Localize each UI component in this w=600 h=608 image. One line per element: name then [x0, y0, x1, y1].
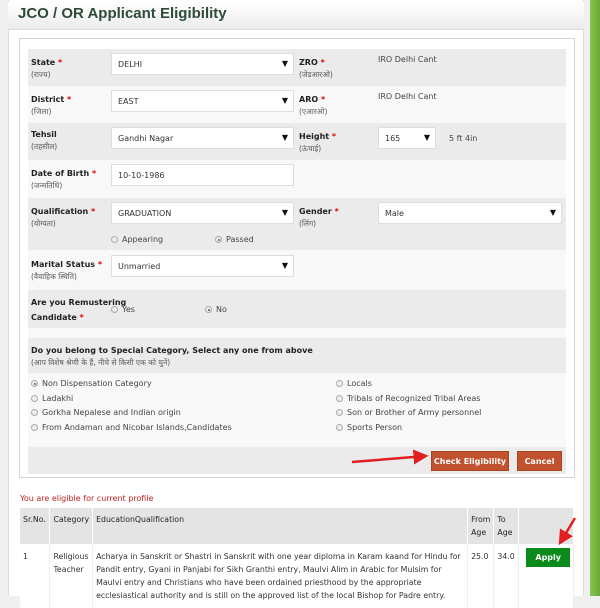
- state-select[interactable]: DELHI ▼: [111, 53, 294, 75]
- marital-label: Marital Status * (वैवाहिक स्थिति): [31, 260, 103, 281]
- col-action: [518, 508, 574, 544]
- col-from-age: From Age: [467, 508, 495, 544]
- cell-education: Acharya in Sanskrit or Shastri in Sanskr…: [92, 544, 469, 608]
- chevron-down-icon: ▼: [281, 59, 288, 68]
- row-special-question: Do you belong to Special Category, Selec…: [28, 338, 566, 373]
- height-converted: 5 ft 4in: [449, 134, 478, 143]
- radio-icon: [336, 380, 343, 387]
- chevron-down-icon: ▼: [281, 208, 288, 217]
- radio-icon: [336, 394, 343, 402]
- chevron-down-icon: ▼: [281, 96, 288, 105]
- radio-special-right-1[interactable]: Tribals of Recognized Tribal Areas: [336, 394, 480, 403]
- eligibility-table: Sr.No. Category EducationQualification F…: [20, 508, 574, 608]
- radio-yes[interactable]: Yes: [111, 305, 135, 314]
- row-tehsil: Tehsil (तहसील) Gandhi Nagar ▼ Height * (ऊंच…: [28, 123, 566, 160]
- zro-value: IRO Delhi Cant: [378, 55, 437, 64]
- radio-icon: [336, 423, 343, 431]
- title-bar: JCO / OR Applicant Eligibility: [8, 2, 584, 30]
- chevron-down-icon: ▼: [281, 261, 288, 270]
- special-category-options: Non Dispensation Category Ladakhi Gorkha N…: [28, 373, 566, 447]
- dob-label: Date of Birth * (जन्मतिथि): [31, 169, 97, 190]
- special-question: Do you belong to Special Category, Selec…: [31, 346, 313, 367]
- radio-special-right-3[interactable]: Sports Person: [336, 423, 402, 432]
- row-actions: Check Eligibility Cancel: [28, 447, 566, 474]
- radio-icon: [111, 236, 118, 243]
- radio-icon: [336, 409, 343, 416]
- row-dob: Date of Birth * (जन्मतिथि) 10-10-1986: [28, 160, 566, 198]
- aro-value: IRO Delhi Cant: [378, 92, 437, 101]
- qualification-label: Qualification * (योग्यता): [31, 207, 96, 228]
- radio-checked-icon: [205, 306, 212, 313]
- radio-icon: [31, 409, 38, 416]
- radio-icon: [31, 380, 38, 387]
- table-row: 1 Religious Teacher Acharya in Sanskrit …: [20, 544, 574, 608]
- zro-label: ZRO * (जेडआरओ): [299, 58, 333, 79]
- cell-action: Apply: [518, 544, 574, 608]
- radio-special-left-1[interactable]: Ladakhi: [31, 394, 73, 403]
- right-sidebar-strip: [590, 0, 600, 596]
- col-srno: Sr.No.: [20, 508, 51, 544]
- radio-no[interactable]: No: [205, 305, 227, 314]
- row-district: District * (जिला) EAST ▼ ARO * (एआरओ) IRO D…: [28, 86, 566, 123]
- qualification-select[interactable]: GRADUATION ▼: [111, 202, 294, 224]
- col-to-age: To Age: [493, 508, 520, 544]
- apply-button[interactable]: Apply: [526, 548, 570, 567]
- radio-appearing[interactable]: Appearing: [111, 235, 163, 244]
- dob-input[interactable]: 10-10-1986: [111, 164, 294, 186]
- marital-select[interactable]: Unmarried ▼: [111, 255, 294, 277]
- radio-checked-icon: [215, 236, 222, 243]
- radio-icon: [111, 306, 118, 313]
- row-qualification: Qualification * (योग्यता) GRADUATION ▼ App…: [28, 198, 566, 250]
- aro-label: ARO * (एआरओ): [299, 95, 328, 116]
- spacer: [28, 328, 566, 338]
- cancel-button[interactable]: Cancel: [517, 451, 562, 471]
- page-title: JCO / OR Applicant Eligibility: [18, 5, 227, 22]
- state-label: State * (राज्य): [31, 58, 63, 79]
- gender-label: Gender * (लिंग): [299, 207, 339, 228]
- cell-srno: 1: [20, 544, 51, 608]
- radio-icon: [31, 394, 38, 402]
- cell-category: Religious Teacher: [49, 544, 94, 608]
- row-remustering: Are you Remustering Candidate * Yes No: [28, 290, 566, 328]
- tehsil-select[interactable]: Gandhi Nagar ▼: [111, 127, 294, 149]
- chevron-down-icon: ▼: [549, 208, 556, 217]
- radio-special-left-3[interactable]: From Andaman and Nicobar Islands,Candida…: [31, 423, 232, 432]
- radio-special-right-0[interactable]: Locals: [336, 379, 372, 388]
- row-marital: Marital Status * (वैवाहिक स्थिति) Unmarri…: [28, 250, 566, 290]
- eligibility-message: You are eligible for current profile: [20, 494, 154, 503]
- district-select[interactable]: EAST ▼: [111, 90, 294, 112]
- district-label: District * (जिला): [31, 95, 72, 116]
- row-state: State * (राज्य) DELHI ▼ ZRO * (जेडआरओ) IRO …: [28, 49, 566, 86]
- tehsil-label: Tehsil (तहसील): [31, 130, 58, 151]
- gender-select[interactable]: Male ▼: [378, 202, 562, 224]
- radio-special-right-2[interactable]: Son or Brother of Army personnel: [336, 408, 481, 417]
- height-label: Height * (ऊंचाई): [299, 132, 337, 153]
- radio-passed[interactable]: Passed: [215, 235, 254, 244]
- radio-special-left-2[interactable]: Gorkha Nepalese and Indian origin: [31, 408, 181, 417]
- chevron-down-icon: ▼: [281, 133, 288, 142]
- col-category: Category: [49, 508, 94, 544]
- eligibility-form: State * (राज्य) DELHI ▼ ZRO * (जेडआरओ) IRO …: [19, 38, 575, 478]
- cell-to-age: 34.0: [493, 544, 520, 608]
- col-education: EducationQualification: [92, 508, 469, 544]
- cell-from-age: 25.0: [467, 544, 495, 608]
- chevron-down-icon: ▼: [423, 133, 430, 142]
- radio-icon: [31, 423, 38, 431]
- check-eligibility-button[interactable]: Check Eligibility: [431, 451, 509, 471]
- radio-special-left-0[interactable]: Non Dispensation Category: [31, 379, 152, 388]
- height-select[interactable]: 165 ▼: [378, 127, 436, 149]
